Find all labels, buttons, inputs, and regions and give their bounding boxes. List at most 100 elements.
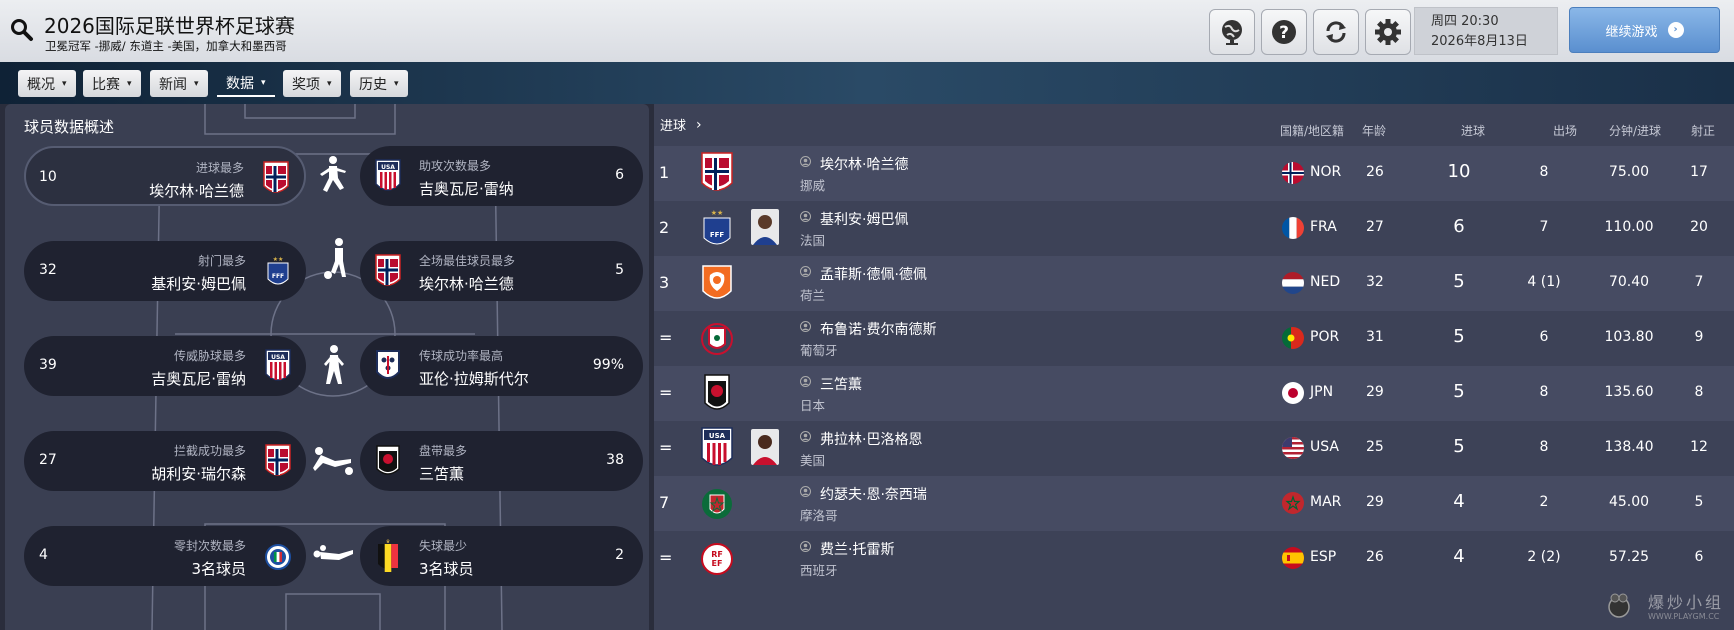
netherlands-flag-icon [1282, 272, 1304, 294]
tab-awards[interactable]: 奖项 ▾ [283, 70, 341, 97]
refresh-button[interactable] [1313, 9, 1359, 55]
table-row[interactable]: 3 孟菲斯·德佩·德佩 荷兰 NED 32 5 4 (1) 70.40 7 [654, 256, 1734, 311]
team-name[interactable]: 葡萄牙 [800, 340, 838, 359]
player-tackling-icon [313, 447, 353, 475]
minutes-per-goal: 75.00 [1608, 164, 1650, 180]
table-row[interactable]: = 三笘薫 日本 JPN 29 5 8 135.60 8 [654, 366, 1734, 421]
age: 26 [1366, 549, 1384, 565]
team-name[interactable]: 日本 [800, 395, 825, 414]
col-nation[interactable]: 国籍/地区籍 [1280, 122, 1344, 139]
team-name[interactable]: 荷兰 [800, 285, 825, 304]
minutes-per-goal: 135.60 [1604, 384, 1654, 400]
team-name[interactable]: 西班牙 [800, 560, 838, 579]
player-name[interactable]: 费兰·托雷斯 [820, 539, 894, 559]
player-name[interactable]: 基利安·姆巴佩 [820, 209, 908, 229]
player-name[interactable]: 三笘薫 [820, 374, 862, 394]
stat-value: 10 [39, 169, 57, 185]
rank: 1 [659, 163, 670, 182]
england-badge-icon [376, 350, 400, 379]
tab-news[interactable]: 新闻 ▾ [150, 70, 208, 97]
col-shots-on-target[interactable]: 射正 [1691, 122, 1715, 139]
continue-button[interactable]: 继续游戏 › [1569, 7, 1720, 53]
player-icon [800, 321, 811, 332]
col-mins-per-goal[interactable]: 分钟/进球 [1609, 122, 1661, 139]
stat-card-most-shots[interactable]: 32 射门最多 基利安·姆巴佩 ★★ FFF [24, 241, 306, 301]
player-name[interactable]: 孟菲斯·德佩·德佩 [820, 264, 927, 284]
svg-text:★★: ★★ [711, 209, 724, 217]
stat-card-best-pass-accuracy[interactable]: 传球成功率最高 亚伦·拉姆斯代尔 99% [360, 336, 643, 396]
stat-card-fewest-conceded[interactable]: ♛ 失球最少 3名球员 2 [360, 526, 643, 586]
nationality: USA [1310, 439, 1339, 455]
player-name[interactable]: 约瑟夫·恩·奈西瑞 [820, 484, 927, 504]
arrow-right-icon: › [1667, 22, 1684, 38]
col-apps[interactable]: 出场 [1553, 122, 1577, 139]
svg-text:RF: RF [711, 550, 723, 559]
player-name: 亚伦·拉姆斯代尔 [419, 370, 529, 388]
player-name[interactable]: 弗拉林·巴洛格恩 [820, 429, 922, 449]
chevron-down-icon: ▾ [127, 78, 132, 89]
usa-flag-icon [1282, 437, 1304, 459]
help-button[interactable]: ? [1261, 9, 1307, 55]
stat-label: 射门最多 [197, 254, 246, 268]
globe-button[interactable] [1209, 9, 1255, 55]
table-row[interactable]: 1 埃尔林·哈兰德 挪威 NOR 26 10 8 75.00 17 [654, 146, 1734, 201]
shots-on-target: 5 [1694, 494, 1704, 510]
norway-badge-icon [265, 444, 291, 476]
team-name[interactable]: 法国 [800, 230, 825, 249]
norway-badge-icon [263, 161, 289, 193]
stat-label: 助攻次数最多 [419, 159, 492, 173]
search-icon[interactable] [10, 18, 34, 42]
shots-on-target: 20 [1690, 219, 1708, 235]
player-shooting-icon [320, 156, 346, 192]
globe-icon [1222, 20, 1242, 45]
france-badge-icon: ★★ FFF [267, 256, 289, 285]
nationality: JPN [1310, 384, 1334, 400]
goals: 4 [1453, 491, 1465, 512]
team-name[interactable]: 摩洛哥 [800, 505, 838, 524]
stat-value: 32 [39, 262, 57, 278]
table-row[interactable]: 7 约瑟夫·恩·奈西瑞 摩洛哥 MAR 29 4 2 45.00 5 [654, 476, 1734, 531]
stat-card-most-dribbles[interactable]: 盘带最多 三笘薫 38 [360, 431, 643, 491]
player-name: 埃尔林·哈兰德 [419, 275, 514, 293]
svg-text:★★: ★★ [273, 256, 284, 263]
col-age[interactable]: 年龄 [1362, 122, 1386, 139]
stat-card-most-assists[interactable]: USA 助攻次数最多 吉奥瓦尼·雷纳 6 [360, 146, 643, 206]
table-row[interactable]: = RF EF 费兰·托雷斯 西班牙 ESP 26 4 2 (2) 57.25 6 [654, 531, 1734, 586]
team-name[interactable]: 美国 [800, 450, 825, 469]
tab-overview[interactable]: 概况 ▾ [18, 70, 76, 97]
tab-history[interactable]: 历史 ▾ [350, 70, 408, 97]
player-name: 埃尔林·哈兰德 [149, 182, 244, 200]
col-goals[interactable]: 进球 [1461, 122, 1485, 139]
tab-matches[interactable]: 比赛 ▾ [83, 70, 141, 97]
table-title-link[interactable]: 进球 › [660, 115, 702, 135]
page-subtitle: 卫冕冠军 -挪威/ 东道主 -美国，加拿大和墨西哥 [45, 39, 287, 53]
player-icon [800, 376, 811, 387]
tab-label: 奖项 [292, 76, 320, 93]
settings-button[interactable] [1365, 9, 1411, 55]
stat-card-most-goals[interactable]: 10 进球最多 埃尔林·哈兰德 [24, 146, 306, 206]
stat-card-most-clean-sheets[interactable]: 4 零封次数最多 3名球员 [24, 526, 306, 586]
help-icon: ? [1272, 20, 1296, 44]
stat-card-most-key-passes[interactable]: 39 传威胁球最多 吉奥瓦尼·雷纳 USA [24, 336, 306, 396]
player-name[interactable]: 布鲁诺·费尔南德斯 [820, 319, 936, 339]
overview-title: 球员数据概述 [24, 118, 115, 136]
tab-label: 数据 [226, 75, 254, 92]
player-name[interactable]: 埃尔林·哈兰德 [820, 154, 908, 174]
player-name: 吉奥瓦尼·雷纳 [419, 180, 514, 198]
table-row[interactable]: 2 ★★ FFF 基利安·姆巴佩 法国 FRA 27 6 7 110.00 20 [654, 201, 1734, 256]
tab-stats[interactable]: 数据 ▾ [217, 70, 275, 97]
player-name: 三笘薫 [419, 465, 465, 483]
refresh-icon [1326, 21, 1346, 43]
appearances: 2 (2) [1527, 549, 1561, 565]
team-name[interactable]: 挪威 [800, 175, 825, 194]
player-name: 3名球员 [419, 560, 474, 578]
table-row[interactable]: = 布鲁诺·费尔南德斯 葡萄牙 POR 31 5 6 103.80 9 [654, 311, 1734, 366]
japan-badge-icon [704, 374, 730, 410]
stat-card-most-interceptions[interactable]: 27 拦截成功最多 胡利安·瑞尔森 [24, 431, 306, 491]
table-row[interactable]: = USA 弗拉林·巴洛格恩 美国 USA 25 5 8 138.40 12 [654, 421, 1734, 476]
chevron-down-icon: ▾ [327, 78, 332, 89]
watermark-url: WWW.PLAYGM.CC [1648, 612, 1720, 621]
chevron-down-icon: ▾ [261, 77, 266, 88]
spain-badge-icon: RFEF [701, 543, 733, 575]
stat-card-most-motm[interactable]: 全场最佳球员最多 埃尔林·哈兰德 5 [360, 241, 643, 301]
